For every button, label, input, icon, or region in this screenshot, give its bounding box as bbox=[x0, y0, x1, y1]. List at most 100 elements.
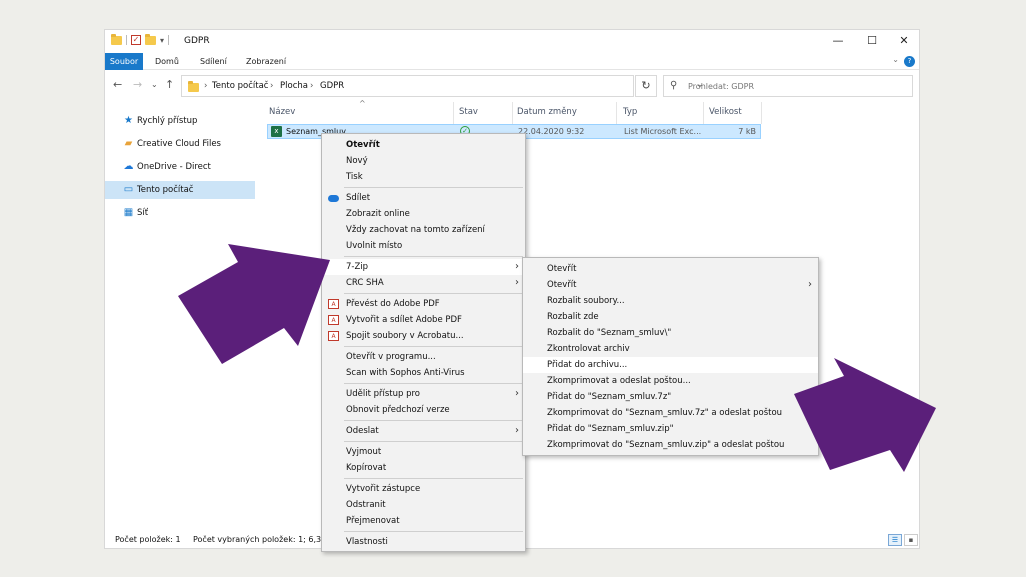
submenu-item-open-sub[interactable]: Otevřít › bbox=[523, 277, 818, 293]
large-icons-view-icon[interactable]: ▪ bbox=[904, 534, 918, 546]
menu-item-label: 7-Zip bbox=[346, 262, 369, 272]
menu-item-restore-versions[interactable]: Obnovit předchozí verze bbox=[322, 402, 525, 418]
tab-view[interactable]: Zobrazení bbox=[246, 53, 286, 70]
submenu-item-extract-to[interactable]: Rozbalit do "Seznam_smluv\" bbox=[523, 325, 818, 341]
nav-item-network[interactable]: ▦ Síť bbox=[105, 204, 255, 222]
nav-item-creative-cloud[interactable]: ▰ Creative Cloud Files bbox=[105, 135, 255, 153]
menu-item-print[interactable]: Tisk bbox=[322, 169, 525, 185]
menu-item-send-to[interactable]: Odeslat › bbox=[322, 423, 525, 439]
menu-item-cut[interactable]: Vyjmout bbox=[322, 444, 525, 460]
menu-item-7zip[interactable]: 7-Zip › bbox=[322, 259, 525, 275]
menu-item-create-share-pdf[interactable]: A Vytvořit a sdílet Adobe PDF bbox=[322, 312, 525, 328]
menu-item-new[interactable]: Nový bbox=[322, 153, 525, 169]
menu-separator bbox=[344, 441, 523, 442]
breadcrumb-desktop[interactable]: Plocha bbox=[280, 81, 308, 91]
annotation-arrow-shape bbox=[794, 358, 936, 472]
quick-access-toolbar: ✓ ▾ bbox=[111, 33, 170, 45]
menu-item-give-access[interactable]: Udělit přístup pro › bbox=[322, 386, 525, 402]
submenu-item-test-archive[interactable]: Zkontrolovat archiv bbox=[523, 341, 818, 357]
menu-separator bbox=[344, 478, 523, 479]
minimize-button[interactable]: — bbox=[823, 33, 853, 49]
chevron-right-icon: › bbox=[515, 261, 519, 272]
computer-icon: ▭ bbox=[123, 184, 134, 195]
search-input[interactable]: ⚲ Prohledat: GDPR bbox=[663, 75, 913, 97]
annotation-arrow-right bbox=[794, 358, 936, 472]
column-header-date[interactable]: Datum změny bbox=[517, 107, 577, 121]
nav-item-label: Síť bbox=[137, 208, 149, 218]
menu-item-label: Převést do Adobe PDF bbox=[346, 299, 440, 309]
column-header-status[interactable]: Stav bbox=[459, 107, 478, 121]
menu-item-create-shortcut[interactable]: Vytvořit zástupce bbox=[322, 481, 525, 497]
menu-item-properties[interactable]: Vlastnosti bbox=[322, 534, 525, 550]
recent-locations-icon[interactable]: ⌄ bbox=[151, 80, 158, 89]
tab-file[interactable]: Soubor bbox=[105, 53, 143, 70]
menu-item-convert-pdf[interactable]: A Převést do Adobe PDF bbox=[322, 296, 525, 312]
submenu-item-open[interactable]: Otevřít bbox=[523, 261, 818, 277]
column-header-type[interactable]: Typ bbox=[623, 107, 637, 121]
breadcrumb-this-pc[interactable]: Tento počítač bbox=[212, 81, 268, 91]
address-bar[interactable]: › Tento počítač › Plocha › GDPR ⌄ bbox=[181, 75, 704, 97]
menu-item-free-space[interactable]: Uvolnit místo bbox=[322, 238, 525, 254]
menu-item-share[interactable]: Sdílet bbox=[322, 190, 525, 206]
column-header-name[interactable]: Název bbox=[269, 107, 295, 121]
maximize-button[interactable]: ☐ bbox=[857, 33, 887, 49]
breadcrumb-gdpr[interactable]: GDPR bbox=[320, 81, 344, 91]
menu-item-combine-acrobat[interactable]: A Spojit soubory v Acrobatu... bbox=[322, 328, 525, 344]
column-divider[interactable] bbox=[453, 102, 454, 124]
menu-item-view-online[interactable]: Zobrazit online bbox=[322, 206, 525, 222]
submenu-item-compress-email[interactable]: Zkomprimovat a odeslat poštou... bbox=[523, 373, 818, 389]
properties-icon[interactable]: ✓ bbox=[131, 35, 141, 45]
onedrive-icon: ☁ bbox=[123, 161, 134, 172]
tab-home[interactable]: Domů bbox=[155, 53, 179, 70]
menu-item-open-with[interactable]: Otevřít v programu... bbox=[322, 349, 525, 365]
details-view-icon[interactable]: ☰ bbox=[888, 534, 902, 546]
tab-share[interactable]: Sdílení bbox=[200, 53, 227, 70]
submenu-item-compress-7z-email[interactable]: Zkomprimovat do "Seznam_smluv.7z" a odes… bbox=[523, 405, 818, 421]
nav-item-label: OneDrive - Direct bbox=[137, 162, 211, 172]
submenu-item-compress-zip-email[interactable]: Zkomprimovat do "Seznam_smluv.zip" a ode… bbox=[523, 437, 818, 453]
creative-cloud-icon: ▰ bbox=[124, 138, 133, 149]
file-date: 22.04.2020 9:32 bbox=[518, 127, 585, 136]
nav-item-label: Tento počítač bbox=[137, 185, 194, 195]
submenu-item-extract-here[interactable]: Rozbalit zde bbox=[523, 309, 818, 325]
column-divider[interactable] bbox=[616, 102, 617, 124]
nav-item-quick-access[interactable]: ★ Rychlý přístup bbox=[105, 112, 255, 130]
menu-item-delete[interactable]: Odstranit bbox=[322, 497, 525, 513]
back-icon[interactable]: ← bbox=[113, 78, 122, 91]
new-folder-icon[interactable] bbox=[145, 33, 156, 45]
folder-icon[interactable] bbox=[111, 33, 122, 45]
column-divider[interactable] bbox=[703, 102, 704, 124]
forward-icon[interactable]: → bbox=[133, 78, 142, 91]
nav-item-this-pc[interactable]: ▭ Tento počítač bbox=[105, 181, 255, 199]
column-headers: ^ Název Stav Datum změny Typ Velikost bbox=[263, 99, 763, 124]
submenu-item-add-7z[interactable]: Přidat do "Seznam_smluv.7z" bbox=[523, 389, 818, 405]
submenu-item-extract-files[interactable]: Rozbalit soubory... bbox=[523, 293, 818, 309]
star-icon: ★ bbox=[124, 115, 133, 126]
submenu-item-add-zip[interactable]: Přidat do "Seznam_smluv.zip" bbox=[523, 421, 818, 437]
chevron-down-icon[interactable]: ⌄ bbox=[892, 55, 899, 64]
customize-toolbar-icon[interactable]: ▾ bbox=[160, 36, 164, 45]
menu-item-crc-sha[interactable]: CRC SHA › bbox=[322, 275, 525, 291]
chevron-right-icon: › bbox=[515, 388, 519, 399]
nav-item-onedrive[interactable]: ☁ OneDrive - Direct bbox=[105, 158, 255, 176]
menu-separator bbox=[344, 293, 523, 294]
help-icon[interactable]: ? bbox=[904, 56, 915, 67]
chevron-right-icon: › bbox=[515, 425, 519, 436]
ribbon: Soubor Domů Sdílení Zobrazení ⌄ ? bbox=[105, 53, 919, 70]
column-header-size[interactable]: Velikost bbox=[709, 107, 742, 121]
onedrive-icon bbox=[328, 195, 339, 202]
up-icon[interactable]: ↑ bbox=[165, 78, 174, 91]
column-divider[interactable] bbox=[512, 102, 513, 124]
menu-item-sophos-scan[interactable]: Scan with Sophos Anti-Virus bbox=[322, 365, 525, 381]
menu-item-open[interactable]: Otevřít bbox=[322, 137, 525, 153]
annotation-arrow-left bbox=[178, 244, 330, 364]
menu-item-copy[interactable]: Kopírovat bbox=[322, 460, 525, 476]
refresh-button[interactable]: ↻ bbox=[635, 75, 657, 97]
close-button[interactable]: ✕ bbox=[889, 33, 919, 49]
menu-separator bbox=[344, 256, 523, 257]
menu-item-rename[interactable]: Přejmenovat bbox=[322, 513, 525, 529]
column-divider[interactable] bbox=[761, 102, 762, 124]
submenu-item-add-to-archive[interactable]: Přidat do archivu... bbox=[523, 357, 818, 373]
search-icon: ⚲ bbox=[670, 80, 678, 91]
menu-item-always-keep[interactable]: Vždy zachovat na tomto zařízení bbox=[322, 222, 525, 238]
